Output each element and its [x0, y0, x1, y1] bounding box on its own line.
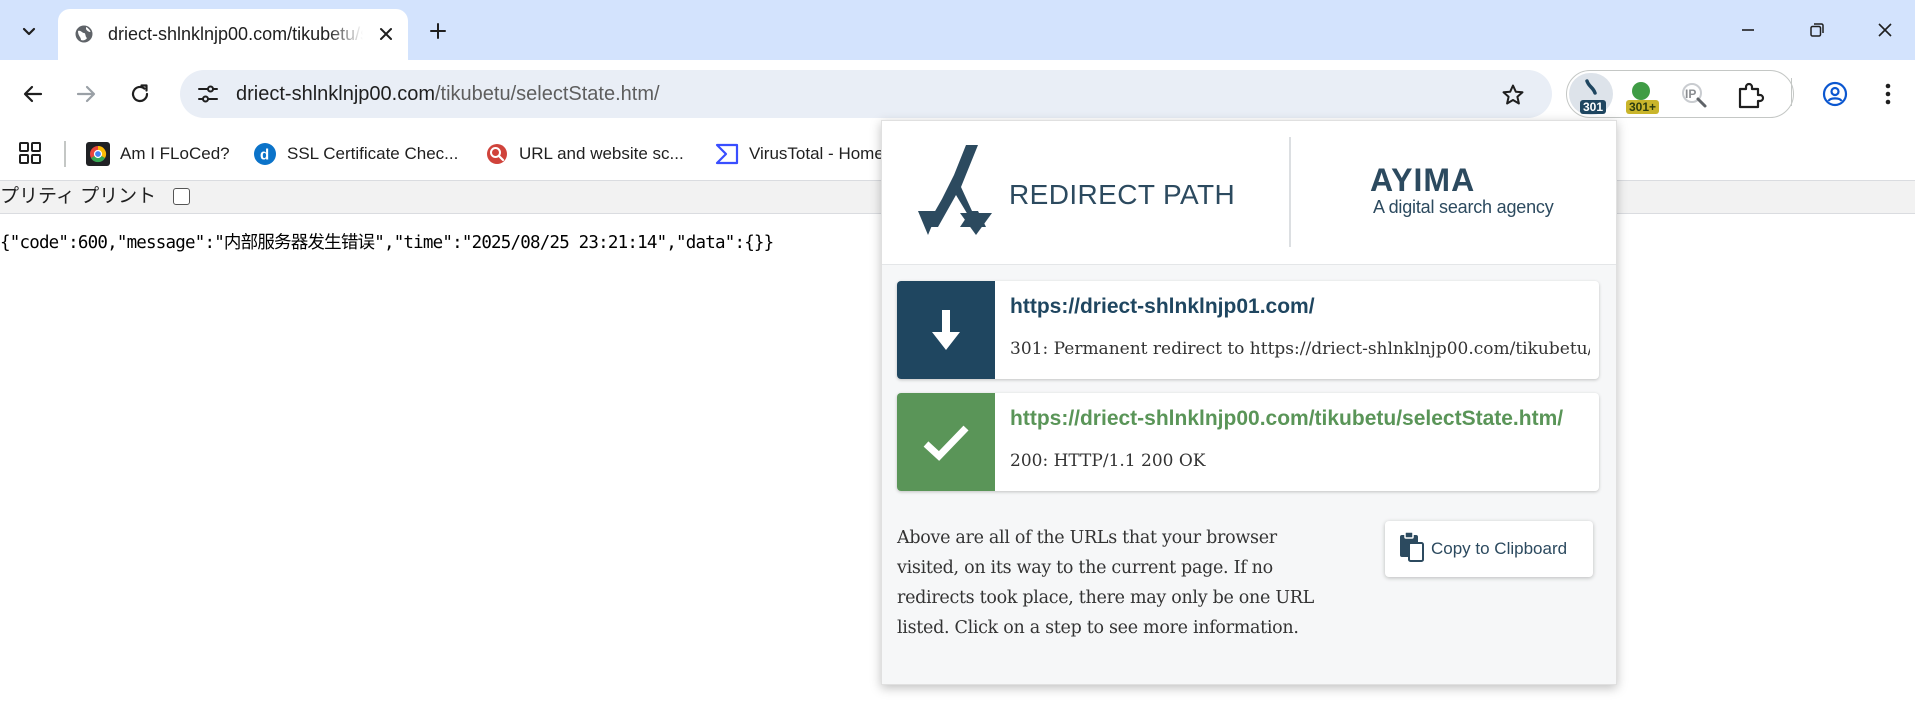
clipboard-icon	[1399, 530, 1425, 567]
arrow-down-icon	[897, 281, 995, 379]
bookmarks-separator	[64, 141, 66, 167]
svg-text:AYIMA: AYIMA	[1370, 163, 1475, 197]
step-status: 200: HTTP/1.1 200 OK	[1010, 451, 1206, 471]
new-tab-plus-icon[interactable]	[418, 14, 458, 48]
bookmark-label: SSL Certificate Chec...	[287, 144, 459, 163]
redirect-path-title: REDIRECT PATH	[1009, 179, 1236, 210]
bookmark-label: URL and website sc...	[519, 144, 684, 163]
step-url: https://driect-shlnklnjp01.com/	[1010, 295, 1315, 318]
step-url: https://driect-shlnklnjp00.com/tikubetu/…	[1010, 407, 1564, 430]
copy-to-clipboard-button[interactable]: Copy to Clipboard	[1385, 521, 1593, 577]
digicert-icon: d	[253, 142, 277, 166]
ayima-logo: AYIMA	[1370, 163, 1475, 197]
site-settings-tune-icon[interactable]	[192, 78, 224, 110]
active-tab[interactable]: driect-shlnklnjp00.com/tikubetu/selectSt…	[58, 9, 408, 60]
apps-grid-icon[interactable]	[15, 138, 45, 168]
forward-arrow-icon[interactable]	[66, 74, 106, 114]
http-status-extension-icon[interactable]: 301+	[1620, 74, 1662, 116]
header-divider	[1289, 137, 1291, 247]
back-arrow-icon[interactable]	[13, 74, 53, 114]
urlscan-icon	[485, 142, 509, 166]
bookmark-am-i-floced[interactable]: Am I FLoCed?	[86, 139, 230, 169]
ayima-tagline: A digital search agency	[1373, 197, 1554, 217]
bookmark-label: Am I FLoCed?	[120, 144, 230, 163]
bookmark-virustotal[interactable]: VirusTotal - Home	[715, 139, 884, 169]
redirect-path-extension-icon[interactable]: 301	[1570, 74, 1612, 116]
tab-close-icon[interactable]	[372, 20, 400, 48]
reload-icon[interactable]	[120, 74, 160, 114]
checkmark-icon	[897, 393, 995, 491]
globe-icon	[72, 22, 96, 46]
url-text[interactable]: driect-shlnklnjp00.com/tikubetu/selectSt…	[236, 82, 660, 106]
tab-search-chevron-icon[interactable]	[9, 11, 49, 51]
redirect-step-1[interactable]: https://driect-shlnklnjp01.com/ 301: Per…	[897, 281, 1599, 379]
popup-header: REDIRECT PATH AYIMA A digital search age…	[882, 121, 1616, 265]
tab-strip: driect-shlnklnjp00.com/tikubetu/selectSt…	[0, 0, 1915, 60]
popup-help-text: Above are all of the URLs that your brow…	[897, 528, 1314, 638]
toolbar: driect-shlnklnjp00.com/tikubetu/selectSt…	[0, 60, 1915, 128]
profile-avatar-icon[interactable]	[1815, 74, 1855, 114]
copy-button-label: Copy to Clipboard	[1431, 539, 1568, 558]
redirect-badge: 301	[1580, 100, 1607, 114]
pretty-print-label: プリティ プリント	[0, 186, 157, 207]
url-path: /tikubetu/selectState.htm/	[434, 83, 660, 105]
toolbar-separator	[1791, 78, 1792, 106]
extensions-puzzle-icon[interactable]	[1729, 74, 1771, 116]
redirect-step-2[interactable]: https://driect-shlnklnjp00.com/tikubetu/…	[897, 393, 1599, 491]
redirect-path-logo-icon	[918, 145, 992, 235]
extensions-group: 301 301+ IP	[1566, 70, 1794, 118]
minimize-icon[interactable]	[1720, 8, 1776, 52]
pretty-print-checkbox[interactable]	[173, 188, 190, 205]
json-response-text: {"code":600,"message":"内部服务器发生错误","time"…	[0, 233, 774, 253]
bookmark-label: VirusTotal - Home	[749, 144, 884, 163]
bookmark-ssl-checker[interactable]: d SSL Certificate Chec...	[253, 139, 458, 169]
kebab-menu-icon[interactable]	[1868, 74, 1908, 114]
tab-title: driect-shlnklnjp00.com/tikubetu/selectSt…	[108, 24, 363, 44]
svg-text:d: d	[260, 147, 269, 164]
step-status: 301: Permanent redirect to https://driec…	[1010, 339, 1590, 359]
redirect-path-popup: REDIRECT PATH AYIMA A digital search age…	[881, 120, 1617, 685]
status-badge: 301+	[1626, 100, 1660, 114]
address-bar[interactable]: driect-shlnklnjp00.com/tikubetu/selectSt…	[180, 70, 1552, 118]
svg-text:IP: IP	[1685, 87, 1696, 101]
bookmark-star-icon[interactable]	[1498, 80, 1528, 110]
bookmark-urlscan[interactable]: URL and website sc...	[485, 139, 684, 169]
ip-lookup-icon[interactable]: IP	[1673, 74, 1715, 116]
virustotal-icon	[715, 142, 739, 166]
url-host: driect-shlnklnjp00.com	[236, 83, 435, 105]
restore-icon[interactable]	[1789, 8, 1845, 52]
floc-icon	[86, 142, 110, 166]
close-window-icon[interactable]	[1857, 8, 1913, 52]
